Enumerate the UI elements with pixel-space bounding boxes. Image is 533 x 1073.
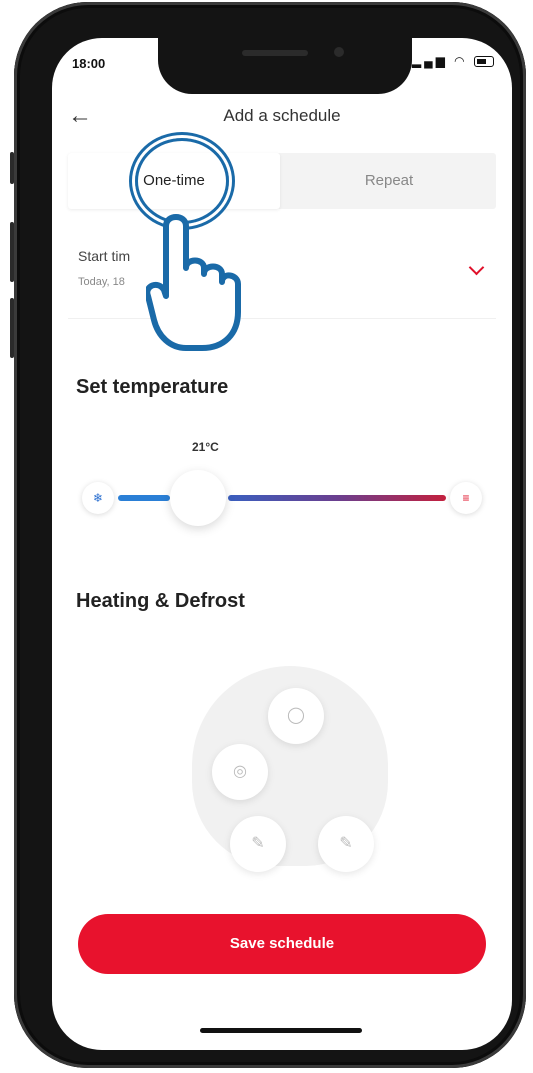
- wifi-icon: ◠: [454, 54, 468, 68]
- speaker: [242, 50, 308, 56]
- set-temperature-heading: Set temperature: [76, 376, 229, 398]
- status-icons: ▂▄▆ ◠: [412, 54, 494, 68]
- start-time-value: Today, 18: [78, 276, 125, 288]
- start-time-label: Start tim: [78, 248, 131, 264]
- silent-switch: [10, 152, 14, 184]
- chevron-down-icon[interactable]: [468, 259, 485, 276]
- front-camera: [334, 47, 344, 57]
- save-schedule-button[interactable]: Save schedule: [78, 914, 486, 974]
- heating-defrost-heading: Heating & Defrost: [76, 590, 245, 612]
- slider-track-cold: [118, 495, 170, 501]
- page-title: Add a schedule: [223, 106, 341, 125]
- volume-down-button: [10, 298, 14, 358]
- temperature-value: 21°C: [192, 440, 219, 454]
- fan-mode-icon: ✎: [230, 816, 286, 872]
- schedule-type-segmented-control: One-time Repeat: [68, 153, 496, 209]
- defrost-mode-icon: ◎: [212, 744, 268, 800]
- heat-lines-icon[interactable]: ≡: [450, 482, 482, 514]
- heating-mode-icon: ◯: [268, 688, 324, 744]
- volume-up-button: [10, 222, 14, 282]
- status-time: 18:00: [72, 56, 106, 71]
- app-screen: 18:00 ▂▄▆ ◠ ← Add a schedule One-time Re…: [52, 38, 512, 1050]
- slider-track-hot: [228, 495, 446, 501]
- temperature-slider[interactable]: ❄ ≡: [72, 468, 492, 538]
- heating-illustration: ◯ ◎ ✎ ✎: [182, 666, 402, 876]
- signal-icon: ▂▄▆: [411, 54, 448, 68]
- slider-thumb[interactable]: [170, 470, 226, 526]
- tap-hand-icon: [146, 214, 241, 351]
- tab-repeat[interactable]: Repeat: [282, 153, 496, 209]
- phone-notch: [158, 38, 412, 94]
- snowflake-icon[interactable]: ❄: [82, 482, 114, 514]
- battery-icon: [474, 56, 494, 68]
- home-indicator: [200, 1028, 362, 1033]
- auto-mode-icon: ✎: [318, 816, 374, 872]
- start-time-row[interactable]: Start tim Today, 18: [68, 236, 496, 319]
